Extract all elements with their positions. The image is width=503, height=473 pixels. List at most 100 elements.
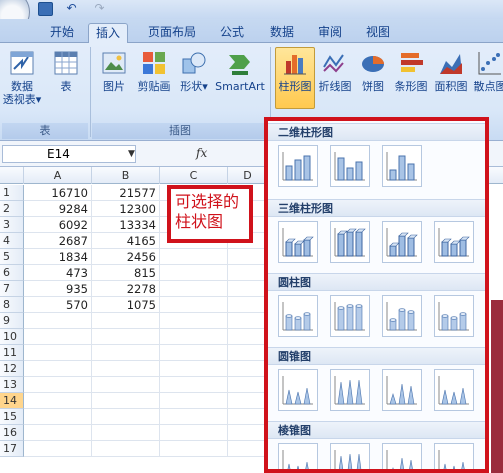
- table-cell[interactable]: [160, 409, 228, 425]
- shapes-button[interactable]: 形状▾: [178, 49, 210, 93]
- table-cell[interactable]: 16710: [24, 185, 92, 201]
- table-cell[interactable]: [24, 441, 92, 457]
- column-header-b[interactable]: B: [92, 167, 160, 184]
- table-cell[interactable]: [228, 265, 268, 281]
- cylinder-chart-option[interactable]: [382, 295, 422, 337]
- pyramid-chart-option[interactable]: [278, 443, 318, 469]
- bar-chart-button[interactable]: 条形图: [392, 49, 430, 93]
- cylinder-chart-option[interactable]: [278, 295, 318, 337]
- pie-chart-button[interactable]: 饼图: [356, 49, 390, 93]
- save-icon[interactable]: [38, 2, 53, 16]
- cylinder-chart-option[interactable]: [434, 295, 474, 337]
- column-chart-button[interactable]: 柱形图: [275, 49, 315, 93]
- table-cell[interactable]: [24, 313, 92, 329]
- cone-chart-option[interactable]: [382, 369, 422, 411]
- table-cell[interactable]: [160, 249, 228, 265]
- tab-page-layout[interactable]: 页面布局: [140, 23, 204, 43]
- pyramid-chart-option[interactable]: [434, 443, 474, 469]
- table-cell[interactable]: [24, 329, 92, 345]
- row-header[interactable]: 6: [0, 265, 24, 281]
- table-cell[interactable]: [24, 361, 92, 377]
- table-cell[interactable]: [92, 329, 160, 345]
- table-cell[interactable]: [228, 313, 268, 329]
- table-cell[interactable]: [160, 441, 228, 457]
- row-header[interactable]: 13: [0, 377, 24, 393]
- table-cell[interactable]: 6092: [24, 217, 92, 233]
- table-cell[interactable]: [160, 393, 228, 409]
- row-header[interactable]: 8: [0, 297, 24, 313]
- table-cell[interactable]: [228, 409, 268, 425]
- select-all-corner[interactable]: [0, 167, 24, 184]
- row-header[interactable]: 16: [0, 425, 24, 441]
- row-header[interactable]: 2: [0, 201, 24, 217]
- table-cell[interactable]: [160, 281, 228, 297]
- table-cell[interactable]: 1075: [92, 297, 160, 313]
- area-chart-button[interactable]: 面积图: [432, 49, 470, 93]
- row-header[interactable]: 11: [0, 345, 24, 361]
- table-cell[interactable]: [228, 377, 268, 393]
- column-3d-chart-option[interactable]: [434, 221, 474, 263]
- column-header-d[interactable]: D: [228, 167, 268, 184]
- table-cell[interactable]: [160, 377, 228, 393]
- row-header[interactable]: 5: [0, 249, 24, 265]
- column-header-a[interactable]: A: [24, 167, 92, 184]
- cylinder-chart-option[interactable]: [330, 295, 370, 337]
- tab-review[interactable]: 审阅: [310, 23, 350, 43]
- table-cell[interactable]: [228, 329, 268, 345]
- table-cell[interactable]: 13334: [92, 217, 160, 233]
- table-cell[interactable]: 570: [24, 297, 92, 313]
- table-cell[interactable]: [92, 377, 160, 393]
- table-cell[interactable]: [228, 361, 268, 377]
- row-header[interactable]: 14: [0, 393, 24, 409]
- smartart-button[interactable]: SmartArt: [214, 49, 266, 93]
- picture-button[interactable]: 图片: [96, 49, 132, 93]
- pyramid-chart-option[interactable]: [382, 443, 422, 469]
- table-cell[interactable]: [160, 345, 228, 361]
- tab-data[interactable]: 数据: [262, 23, 302, 43]
- table-cell[interactable]: 815: [92, 265, 160, 281]
- column-2d-chart-option[interactable]: [382, 145, 422, 187]
- cone-chart-option[interactable]: [278, 369, 318, 411]
- row-header[interactable]: 1: [0, 185, 24, 201]
- scatter-chart-button[interactable]: 散点图: [470, 49, 503, 93]
- table-cell[interactable]: [228, 345, 268, 361]
- table-cell[interactable]: [92, 393, 160, 409]
- row-header[interactable]: 7: [0, 281, 24, 297]
- redo-icon[interactable]: ↷: [92, 2, 107, 16]
- table-cell[interactable]: [92, 441, 160, 457]
- table-cell[interactable]: [160, 265, 228, 281]
- column-2d-chart-option[interactable]: [330, 145, 370, 187]
- table-cell[interactable]: [24, 425, 92, 441]
- table-cell[interactable]: 2687: [24, 233, 92, 249]
- tab-home[interactable]: 开始: [42, 23, 82, 43]
- undo-icon[interactable]: ↶: [64, 2, 79, 16]
- table-cell[interactable]: [92, 345, 160, 361]
- table-cell[interactable]: [228, 297, 268, 313]
- row-header[interactable]: 10: [0, 329, 24, 345]
- table-cell[interactable]: 2278: [92, 281, 160, 297]
- row-header[interactable]: 9: [0, 313, 24, 329]
- row-header[interactable]: 15: [0, 409, 24, 425]
- table-cell[interactable]: [160, 313, 228, 329]
- tab-insert[interactable]: 插入: [88, 23, 128, 43]
- table-cell[interactable]: [228, 425, 268, 441]
- table-cell[interactable]: [228, 441, 268, 457]
- table-cell[interactable]: 12300: [92, 201, 160, 217]
- tab-formulas[interactable]: 公式: [212, 23, 252, 43]
- table-cell[interactable]: [92, 409, 160, 425]
- table-cell[interactable]: 9284: [24, 201, 92, 217]
- column-3d-chart-option[interactable]: [330, 221, 370, 263]
- table-cell[interactable]: [92, 425, 160, 441]
- table-cell[interactable]: 935: [24, 281, 92, 297]
- name-box[interactable]: E14: [2, 145, 136, 163]
- insert-function-icon[interactable]: fx: [196, 146, 207, 160]
- table-cell[interactable]: 2456: [92, 249, 160, 265]
- pivot-table-button[interactable]: 数据 透视表▾: [2, 49, 42, 106]
- table-cell[interactable]: 473: [24, 265, 92, 281]
- table-cell[interactable]: 4165: [92, 233, 160, 249]
- table-cell[interactable]: [228, 393, 268, 409]
- table-cell[interactable]: [24, 377, 92, 393]
- table-cell[interactable]: [228, 281, 268, 297]
- table-cell[interactable]: [24, 345, 92, 361]
- clipart-button[interactable]: 剪贴画: [134, 49, 174, 93]
